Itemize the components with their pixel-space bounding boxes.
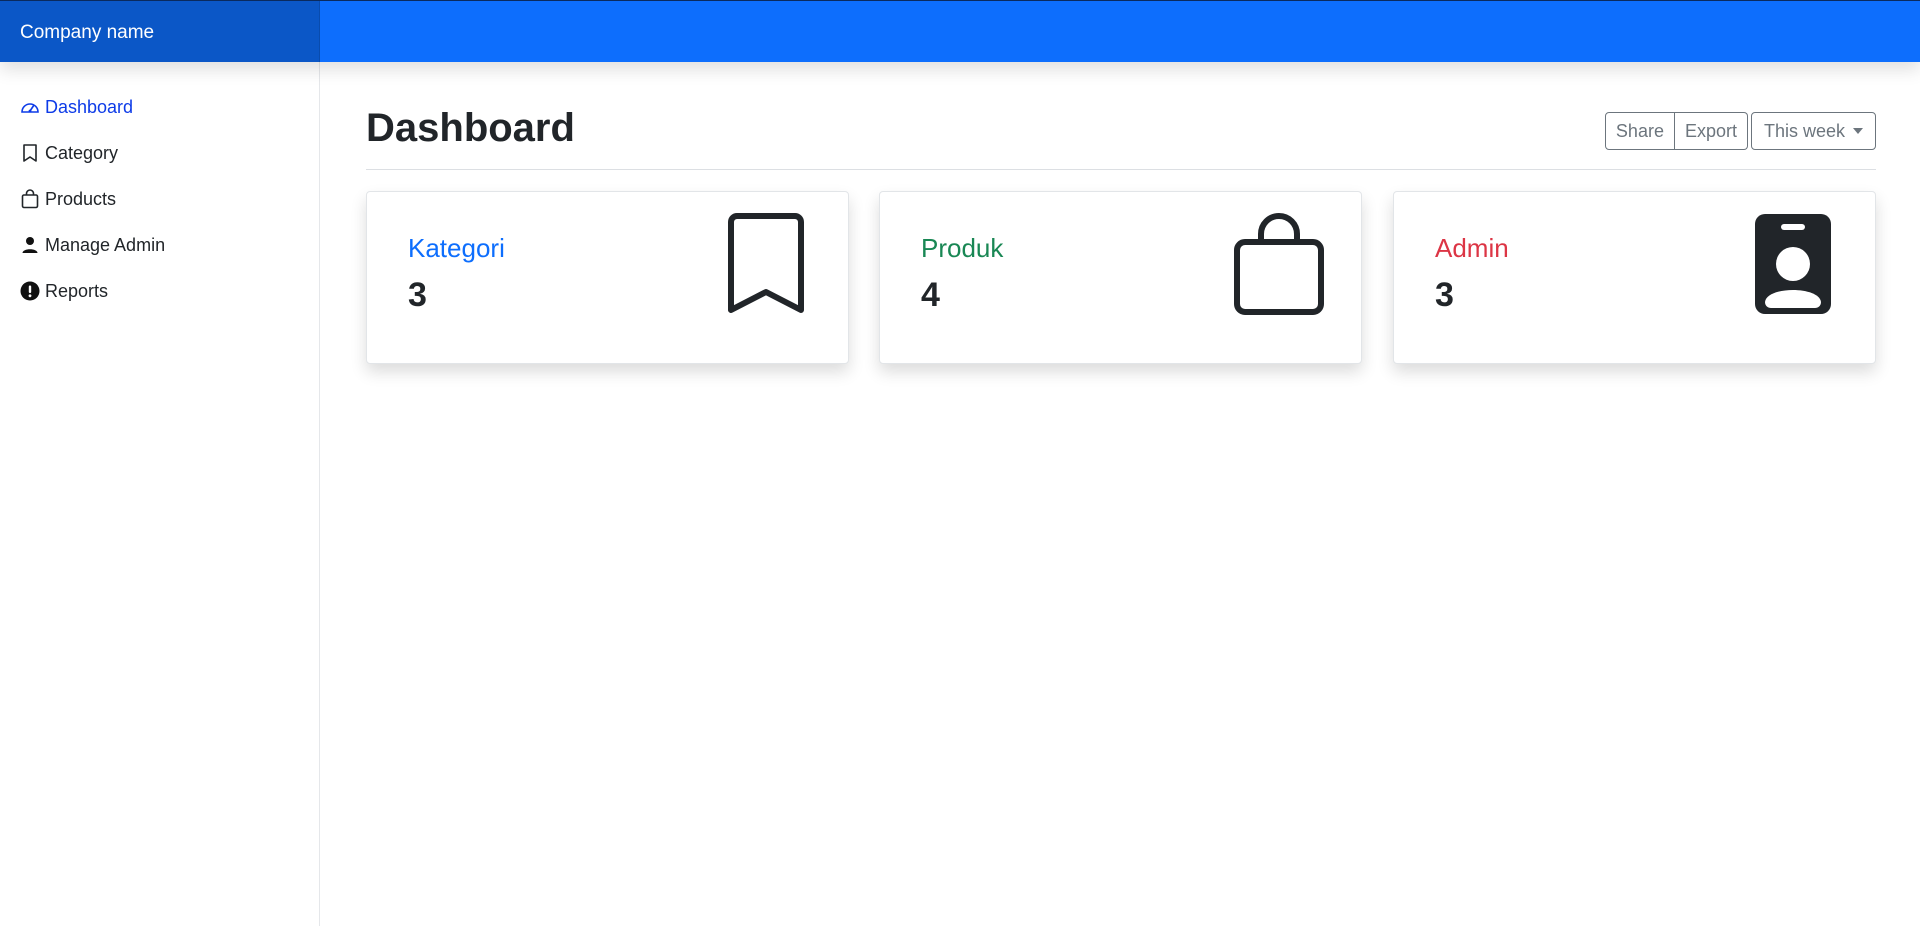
person-icon bbox=[20, 235, 40, 255]
divider bbox=[366, 169, 1876, 170]
bookmark-icon bbox=[20, 143, 40, 163]
page-title: Dashboard bbox=[366, 106, 575, 150]
sidebar-item-reports[interactable]: Reports bbox=[20, 276, 108, 306]
company-brand[interactable]: Company name bbox=[0, 1, 320, 62]
export-button[interactable]: Export bbox=[1674, 112, 1748, 150]
sidebar-item-label: Products bbox=[45, 188, 117, 209]
sidebar-item-products[interactable]: Products bbox=[20, 184, 116, 214]
card-admin[interactable]: Admin 3 bbox=[1393, 191, 1876, 364]
sidebar-item-category[interactable]: Category bbox=[20, 138, 118, 168]
card-count: 4 bbox=[921, 276, 940, 314]
period-label: This week bbox=[1763, 120, 1845, 141]
sidebar: Dashboard Category Products Manage Admin… bbox=[0, 62, 320, 926]
bag-icon bbox=[20, 189, 40, 209]
caret-down-icon bbox=[1853, 128, 1863, 134]
bookmark-icon bbox=[728, 213, 804, 313]
sidebar-item-label: Manage Admin bbox=[45, 234, 166, 255]
card-count: 3 bbox=[1435, 276, 1454, 314]
person-badge-icon bbox=[1755, 214, 1831, 314]
period-dropdown[interactable]: This week bbox=[1750, 112, 1876, 150]
top-navbar: Company name bbox=[0, 0, 1920, 62]
card-kategori[interactable]: Kategori 3 bbox=[366, 191, 849, 364]
card-label: Admin bbox=[1435, 233, 1509, 263]
share-export-group: Share Export bbox=[1604, 112, 1748, 150]
sidebar-item-label: Dashboard bbox=[45, 96, 134, 117]
sidebar-item-dashboard[interactable]: Dashboard bbox=[20, 92, 133, 122]
share-button[interactable]: Share bbox=[1604, 112, 1675, 150]
sidebar-item-label: Reports bbox=[45, 280, 109, 301]
card-produk[interactable]: Produk 4 bbox=[879, 191, 1362, 364]
sidebar-item-manage-admin[interactable]: Manage Admin bbox=[20, 230, 165, 260]
exclamation-circle-icon bbox=[20, 281, 40, 301]
speedometer-icon bbox=[20, 97, 40, 117]
card-label: Kategori bbox=[408, 233, 505, 263]
card-label: Produk bbox=[921, 233, 1004, 263]
card-count: 3 bbox=[408, 276, 427, 314]
bag-icon bbox=[1234, 213, 1324, 315]
sidebar-item-label: Category bbox=[45, 142, 119, 163]
